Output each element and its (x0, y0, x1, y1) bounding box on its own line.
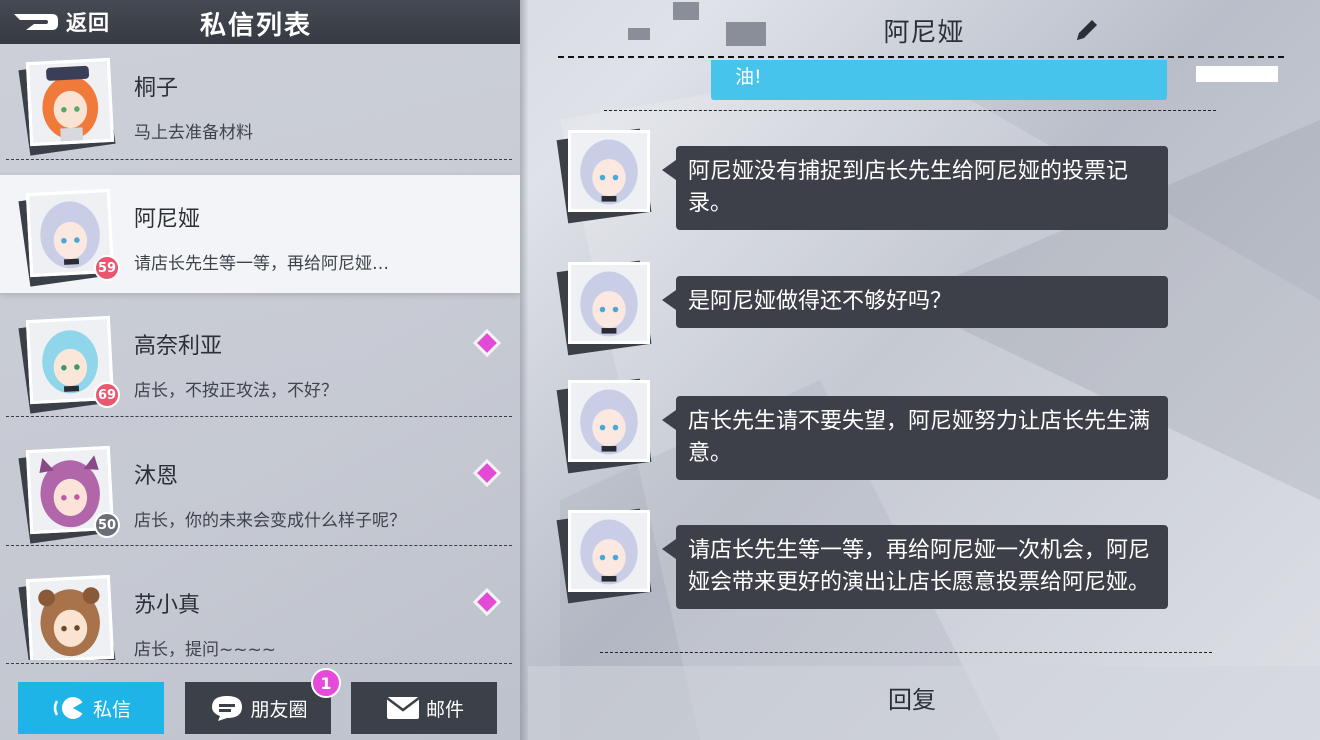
character-portrait-icon (571, 265, 647, 341)
contact-name: 阿尼娅 (134, 207, 201, 232)
back-button[interactable]: 返回 (12, 6, 110, 38)
contact-item[interactable]: 苏小真 店长，提问~~~~ (0, 561, 520, 660)
message-bubble: 店长先生请不要失望，阿尼娅努力让店长先生满意。 (662, 396, 1168, 480)
favorite-diamond-icon (477, 333, 497, 353)
level-badge: 59 (94, 255, 120, 281)
message-text: 店长先生请不要失望，阿尼娅努力让店长先生满意。 (688, 409, 1151, 466)
character-portrait-icon (29, 578, 111, 660)
level-badge: 69 (94, 382, 120, 408)
avatar (556, 128, 652, 224)
message-text: 阿尼娅没有捕捉到店长先生给阿尼娅的投票记录。 (688, 159, 1129, 216)
contact-item[interactable]: 桐子 马上去准备材料 (0, 44, 520, 162)
moments-icon (212, 696, 243, 721)
back-arrow-icon (14, 14, 58, 30)
chat-panel: 阿尼娅 油! 阿尼娅没有捕捉到店长先生给阿尼娅的投票记录。 是阿尼娅做得还不够好… (528, 0, 1320, 740)
character-portrait-icon (29, 61, 111, 143)
panel-divider (520, 0, 528, 740)
character-portrait-icon (571, 133, 647, 209)
tab-mail[interactable]: 邮件 (351, 682, 497, 734)
tab-moments[interactable]: 朋友圈 1 (185, 668, 341, 734)
avatar (18, 574, 116, 660)
favorite-diamond-icon (477, 592, 497, 612)
contact-list[interactable]: 桐子 马上去准备材料 59 阿尼娅 请店长先生等一等，再给阿尼娅… 69 高奈利… (0, 44, 520, 660)
contact-preview: 请店长先生等一等，再给阿尼娅… (134, 254, 389, 274)
contact-name: 苏小真 (134, 593, 201, 618)
contact-item[interactable]: 50 沐恩 店长，你的未来会变成什么样子呢？ (0, 432, 520, 550)
message-bubble-outgoing: 油! (711, 60, 1167, 100)
contact-preview: 店长，提问~~~~ (134, 640, 276, 660)
divider (558, 56, 1284, 58)
tab-label: 私信 (92, 698, 131, 721)
chat-title: 阿尼娅 (883, 18, 965, 48)
avatar: 69 (18, 315, 120, 414)
divider (600, 652, 1212, 653)
outgoing-avatar-edge (1196, 66, 1278, 82)
contact-preview: 店长，不按正攻法，不好？ (134, 381, 338, 401)
character-portrait-icon (571, 383, 647, 459)
tab-label: 邮件 (425, 698, 464, 721)
avatar (18, 57, 116, 156)
tab-private-messages[interactable]: 私信 (18, 682, 164, 734)
message-bubble: 请店长先生等一等，再给阿尼娅一次机会，阿尼娅会带来更好的演出让店长愿意投票给阿尼… (662, 525, 1168, 609)
bottom-tab-bar: 私信 朋友圈 1 邮件 (0, 664, 520, 740)
tab-label: 朋友圈 (250, 698, 308, 721)
character-portrait-icon (571, 513, 647, 589)
avatar (556, 378, 652, 474)
message-bubble: 是阿尼娅做得还不够好吗？ (662, 276, 1168, 328)
level-badge: 50 (94, 512, 120, 538)
divider (604, 110, 1216, 111)
contact-item[interactable]: 69 高奈利亚 店长，不按正攻法，不好？ (0, 302, 520, 420)
list-header: 返回 私信列表 (0, 0, 520, 44)
chat-bubble-icon (53, 697, 85, 719)
notification-badge: 1 (311, 668, 341, 698)
avatar (556, 508, 652, 604)
list-title: 私信列表 (200, 11, 313, 41)
favorite-diamond-icon (477, 463, 497, 483)
contact-item-selected[interactable]: 59 阿尼娅 请店长先生等一等，再给阿尼娅… (0, 175, 520, 293)
mail-icon (386, 697, 420, 719)
avatar: 59 (18, 188, 120, 287)
contact-name: 沐恩 (134, 464, 179, 489)
back-label: 返回 (66, 11, 110, 35)
divider (6, 545, 512, 546)
reply-bar: 回复 (528, 666, 1320, 740)
message-text: 是阿尼娅做得还不够好吗？ (688, 289, 953, 314)
divider (6, 159, 512, 160)
avatar (556, 260, 652, 356)
message-bubble: 阿尼娅没有捕捉到店长先生给阿尼娅的投票记录。 (662, 146, 1168, 230)
contact-preview: 店长，你的未来会变成什么样子呢？ (134, 511, 406, 531)
message-text: 请店长先生等一等，再给阿尼娅一次机会，阿尼娅会带来更好的演出让店长愿意投票给阿尼… (688, 538, 1151, 595)
conversation-list-panel: 返回 私信列表 桐子 马上去准备材料 59 阿尼娅 请店长先生等一等，再给阿尼娅… (0, 0, 520, 740)
contact-preview: 马上去准备材料 (134, 123, 253, 143)
edit-pencil-icon[interactable] (1073, 16, 1101, 44)
avatar: 50 (18, 445, 120, 544)
contact-name: 桐子 (134, 76, 179, 101)
contact-name: 高奈利亚 (134, 334, 223, 359)
reply-button[interactable]: 回复 (888, 680, 936, 715)
